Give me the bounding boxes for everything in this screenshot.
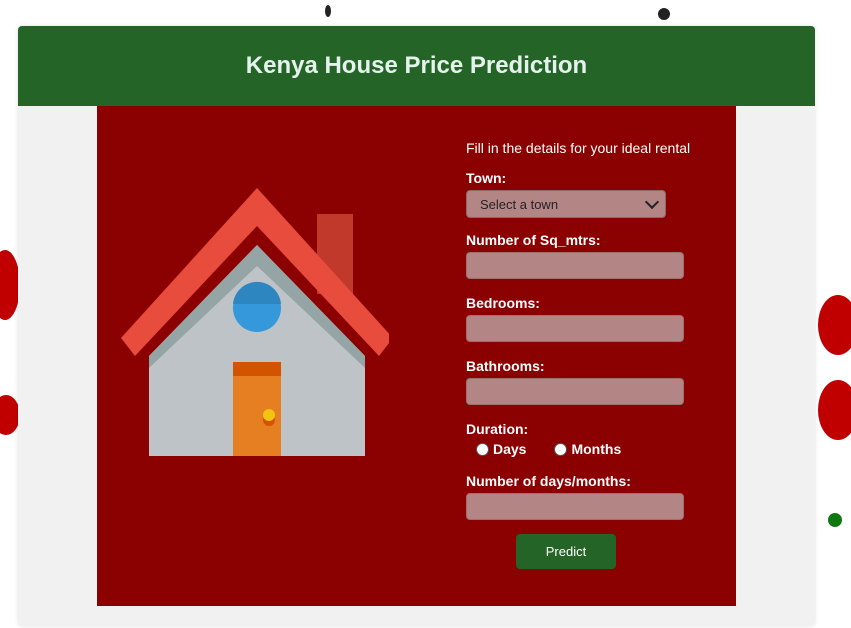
splatter-decoration xyxy=(658,8,670,20)
town-label: Town: xyxy=(466,170,507,186)
town-select-value: Select a town xyxy=(480,196,559,212)
days-label: Days xyxy=(493,441,527,457)
count-label: Number of days/months: xyxy=(466,473,631,489)
duration-option-months[interactable]: Months xyxy=(554,441,621,457)
splatter-decoration xyxy=(0,395,20,435)
duration-option-days[interactable]: Days xyxy=(476,441,526,457)
splatter-decoration xyxy=(828,513,842,527)
months-label: Months xyxy=(571,441,622,457)
prediction-form: Fill in the details for your ideal renta… xyxy=(466,140,706,569)
prediction-panel: Fill in the details for your ideal renta… xyxy=(97,106,736,606)
splatter-decoration xyxy=(0,250,20,320)
bedrooms-input[interactable] xyxy=(466,315,684,342)
bathrooms-input[interactable] xyxy=(466,378,684,405)
page-title: Kenya House Price Prediction xyxy=(245,52,588,79)
months-radio[interactable] xyxy=(554,442,568,456)
sqm-input[interactable] xyxy=(466,252,684,279)
form-intro: Fill in the details for your ideal renta… xyxy=(466,140,691,156)
days-radio[interactable] xyxy=(476,442,489,456)
predict-button[interactable]: Predict xyxy=(516,534,616,569)
splatter-decoration xyxy=(325,5,331,17)
chevron-down-icon xyxy=(644,194,660,210)
app-card: Kenya House Price Prediction Fill in the… xyxy=(18,26,815,626)
duration-label: Duration: xyxy=(466,421,529,437)
sqm-label: Number of Sq_mtrs: xyxy=(466,232,601,248)
count-input[interactable] xyxy=(466,493,684,520)
bedrooms-label: Bedrooms: xyxy=(466,295,540,311)
splatter-decoration xyxy=(818,380,851,440)
duration-radio-group: Days Months xyxy=(476,441,706,457)
bathrooms-label: Bathrooms: xyxy=(466,358,545,374)
app-header: Kenya House Price Prediction xyxy=(18,26,815,106)
splatter-decoration xyxy=(818,295,851,355)
town-select[interactable]: Select a town xyxy=(466,190,666,218)
house-icon xyxy=(121,188,389,456)
